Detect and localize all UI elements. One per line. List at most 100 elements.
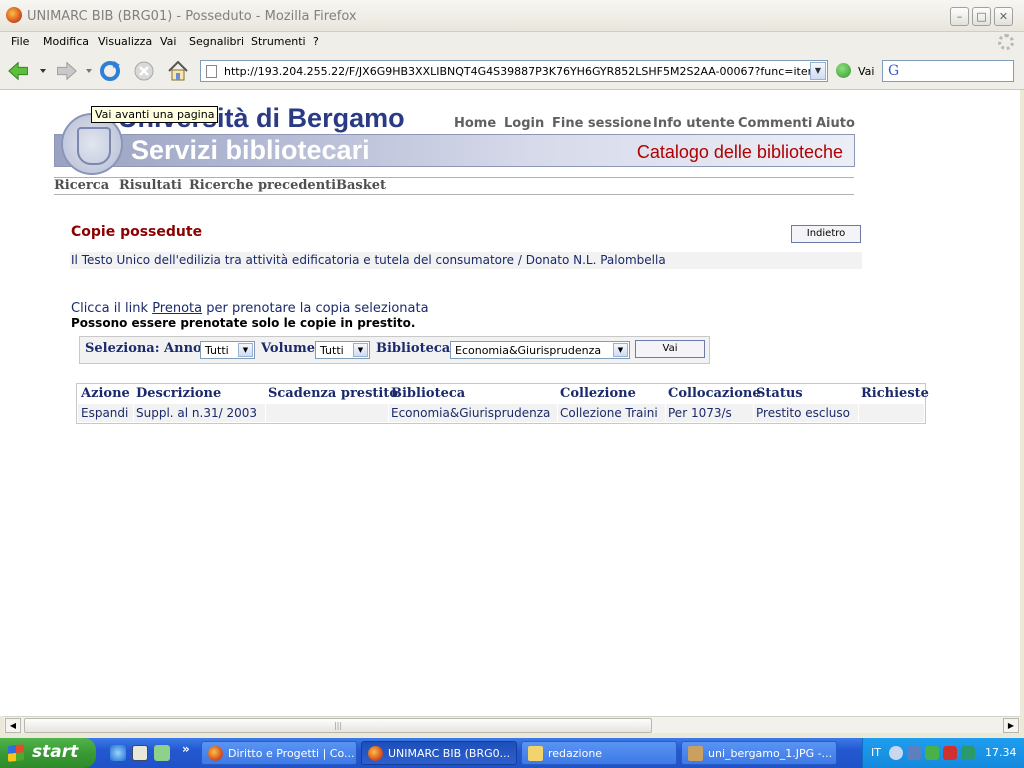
divider <box>54 194 854 195</box>
scroll-thumb[interactable]: ||| <box>24 718 652 733</box>
subnav-ricerca[interactable]: Ricerca <box>54 178 109 193</box>
column-header: Azione <box>81 386 130 401</box>
tray-app-icon[interactable] <box>925 746 939 760</box>
language-indicator[interactable]: IT <box>871 746 881 759</box>
anno-select[interactable]: Tutti ▼ <box>200 341 255 359</box>
media-quicklaunch-icon[interactable] <box>154 745 170 761</box>
column-header: Descrizione <box>136 386 222 401</box>
volume-value: Tutti <box>320 344 344 357</box>
google-search-icon[interactable]: G <box>888 63 899 79</box>
column-header: Collocazione <box>668 386 761 401</box>
menu-modifica[interactable]: Modifica <box>43 35 89 48</box>
back-button[interactable] <box>7 58 33 84</box>
record-title-row: Il Testo Unico dell'edilizia tra attivit… <box>70 252 862 269</box>
column-header: Collezione <box>560 386 636 401</box>
taskbar-item[interactable]: redazione <box>521 741 677 765</box>
menu-file[interactable]: File <box>11 35 29 48</box>
menu-segnalibri[interactable]: Segnalibri <box>189 35 244 48</box>
stop-button[interactable] <box>131 58 157 84</box>
anno-label: Seleziona: Anno <box>85 341 202 356</box>
subnav-ricerche-precedenti[interactable]: Ricerche precedenti <box>189 178 336 193</box>
address-bar[interactable]: http://193.204.255.22/F/JX6G9HB3XXLIBNQT… <box>200 60 828 82</box>
chevron-down-icon: ▼ <box>238 343 253 357</box>
filter-go-button[interactable]: Vai <box>635 340 705 358</box>
folder-icon <box>528 746 543 761</box>
column-header: Scadenza prestito <box>268 386 399 401</box>
ie-quicklaunch-icon[interactable] <box>110 745 126 761</box>
biblioteca-label: Biblioteca <box>376 341 451 356</box>
security-shield-icon[interactable] <box>943 746 957 760</box>
reload-icon <box>100 61 120 81</box>
menu-visualizza[interactable]: Visualizza <box>98 35 152 48</box>
volume-label: Volume <box>261 341 315 356</box>
forward-history-dropdown-icon[interactable] <box>86 69 92 73</box>
subnav-basket[interactable]: Basket <box>336 178 386 193</box>
chevron-down-icon: ▼ <box>353 343 368 357</box>
taskbar-item[interactable]: uni_bergamo_1.JPG -... <box>681 741 837 765</box>
topnav-aiuto[interactable]: Aiuto <box>816 116 855 131</box>
taskbar-item-label: redazione <box>548 747 603 760</box>
window-titlebar[interactable]: UNIMARC BIB (BRG01) - Posseduto - Mozill… <box>0 0 1024 32</box>
espandi-link[interactable]: Espandi <box>81 406 128 420</box>
topnav-login[interactable]: Login <box>504 116 544 131</box>
cell-biblioteca: Economia&Giurisprudenza <box>391 406 551 420</box>
start-button[interactable]: start <box>0 738 96 768</box>
prenota-link[interactable]: Prenota <box>152 301 202 316</box>
column-header: Status <box>756 386 803 401</box>
menu-strumenti[interactable]: Strumenti <box>251 35 306 48</box>
taskbar-item[interactable]: UNIMARC BIB (BRG0... <box>361 741 517 765</box>
go-icon[interactable] <box>836 63 851 78</box>
topnav-commenti[interactable]: Commenti <box>738 116 812 131</box>
quicklaunch-more-icon[interactable]: » <box>182 742 190 756</box>
horizontal-scrollbar[interactable]: ◀ ||| ▶ <box>4 716 1020 733</box>
address-dropdown-button[interactable]: ▼ <box>810 62 826 80</box>
forward-arrow-icon <box>57 61 77 81</box>
cell-collezione: Collezione Traini <box>560 406 658 420</box>
back-history-dropdown-icon[interactable] <box>40 69 46 73</box>
menu-bar: File Modifica Visualizza Vai Segnalibri … <box>0 32 1024 52</box>
start-label: start <box>32 742 79 762</box>
banner-servizi: Servizi bibliotecari <box>131 135 370 165</box>
minimize-button[interactable]: – <box>950 7 969 26</box>
taskbar-item-label: uni_bergamo_1.JPG -... <box>708 747 833 760</box>
system-tray: IT 17.34 <box>862 738 1024 768</box>
column-header: Richieste <box>861 386 929 401</box>
home-button[interactable] <box>165 58 191 84</box>
reload-button[interactable] <box>97 58 123 84</box>
network-icon[interactable] <box>907 746 921 760</box>
menu-vai[interactable]: Vai <box>160 35 176 48</box>
topnav-fine-sessione[interactable]: Fine sessione <box>552 116 651 131</box>
forward-button[interactable] <box>52 58 78 84</box>
scroll-left-icon[interactable]: ◀ <box>5 718 21 733</box>
volume-select[interactable]: Tutti ▼ <box>315 341 370 359</box>
back-page-button[interactable]: Indietro <box>791 225 861 243</box>
cell-divider <box>388 404 389 422</box>
cell-divider <box>265 404 266 422</box>
anno-value: Tutti <box>205 344 229 357</box>
cell-divider <box>557 404 558 422</box>
throbber-icon <box>998 34 1014 50</box>
tray-arrow-icon[interactable] <box>889 746 903 760</box>
maximize-button[interactable]: □ <box>972 7 991 26</box>
info-suffix: per prenotare la copia selezionata <box>202 301 429 316</box>
close-button[interactable]: ✕ <box>994 7 1013 26</box>
cell-divider <box>133 404 134 422</box>
topnav-home[interactable]: Home <box>454 116 496 131</box>
search-box[interactable]: G <box>882 60 1014 82</box>
firefox-icon <box>368 746 383 761</box>
page-icon <box>206 65 217 78</box>
firefox-icon <box>208 746 223 761</box>
tooltip: Vai avanti una pagina <box>91 106 219 123</box>
subnav-risultati[interactable]: Risultati <box>119 178 182 193</box>
scroll-right-icon[interactable]: ▶ <box>1003 718 1019 733</box>
address-input[interactable]: http://193.204.255.22/F/JX6G9HB3XXLIBNQT… <box>224 65 810 78</box>
info-note: Possono essere prenotate solo le copie i… <box>71 316 416 330</box>
topnav-info-utente[interactable]: Info utente <box>653 116 735 131</box>
go-button-label[interactable]: Vai <box>858 65 874 78</box>
tray-app-icon[interactable] <box>961 746 975 760</box>
biblioteca-select[interactable]: Economia&Giurisprudenza ▼ <box>450 341 630 359</box>
desktop-quicklaunch-icon[interactable] <box>132 745 148 761</box>
menu-help[interactable]: ? <box>313 35 319 48</box>
back-arrow-icon <box>8 61 28 81</box>
taskbar-item[interactable]: Diritto e Progetti | Co... <box>201 741 357 765</box>
